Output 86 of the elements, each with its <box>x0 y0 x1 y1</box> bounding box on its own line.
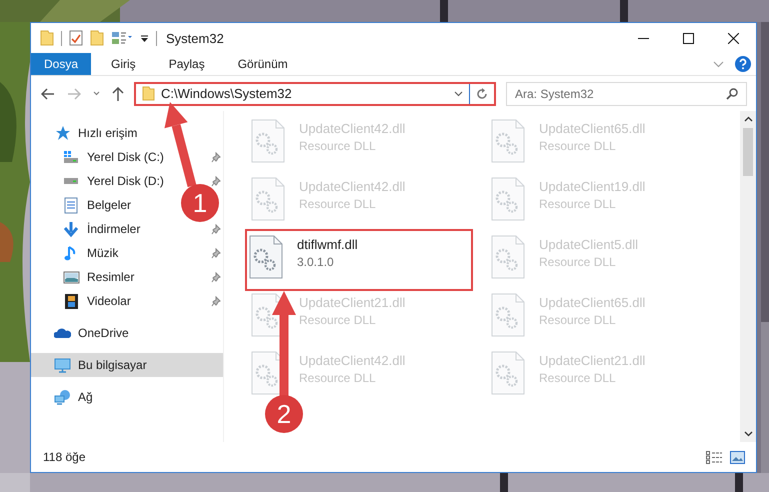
sidebar-item[interactable]: Videolar <box>31 289 135 313</box>
ribbon-tab[interactable]: Giriş <box>91 53 149 75</box>
checklist-icon[interactable] <box>69 30 83 46</box>
search-icon[interactable] <box>726 88 738 100</box>
file-name: UpdateClient65.dll <box>539 121 646 136</box>
sidebar-item[interactable]: Yerel Disk (D:) <box>31 169 168 193</box>
file-name: UpdateClient42.dll <box>299 353 406 368</box>
pin-icon[interactable] <box>211 176 221 186</box>
file-detail: Resource DLL <box>299 313 377 327</box>
sidebar-item[interactable]: Bu bilgisayar <box>31 353 223 377</box>
ribbon-tab[interactable]: Dosya <box>31 53 92 75</box>
star-icon <box>54 124 71 142</box>
sidebar-item[interactable]: OneDrive <box>31 321 133 345</box>
download-icon <box>63 220 80 238</box>
gear-file-icon <box>491 293 525 337</box>
document-icon <box>63 196 80 214</box>
scrollbar-thumb[interactable] <box>743 128 753 176</box>
pin-icon[interactable] <box>211 248 221 258</box>
file-name: UpdateClient42.dll <box>299 179 406 194</box>
file-name: UpdateClient21.dll <box>299 295 406 310</box>
properties-icon[interactable] <box>111 30 133 46</box>
file-detail: Resource DLL <box>299 197 377 211</box>
pin-icon[interactable] <box>211 296 221 306</box>
file-detail: Resource DLL <box>539 197 617 211</box>
sidebar-item[interactable]: Hızlı erişim <box>31 121 142 145</box>
file-name: UpdateClient21.dll <box>539 353 646 368</box>
picture-icon <box>63 268 80 286</box>
file-name: UpdateClient42.dll <box>299 121 406 136</box>
file-name: UpdateClient19.dll <box>539 179 646 194</box>
file-name: dtiflwmf.dll <box>297 237 358 252</box>
file-detail: 3.0.1.0 <box>297 255 335 269</box>
scrollbar[interactable] <box>740 111 756 442</box>
gear-file-icon <box>491 235 525 279</box>
scroll-down-icon[interactable] <box>744 431 752 437</box>
pin-icon[interactable] <box>211 272 221 282</box>
sidebar-item[interactable]: Yerel Disk (C:) <box>31 145 168 169</box>
file-item[interactable]: dtiflwmf.dll 3.0.1.0 <box>249 233 469 287</box>
caret-icon[interactable] <box>93 91 100 96</box>
search-field[interactable]: Ara: System32 <box>506 82 747 106</box>
drive-icon <box>63 177 80 185</box>
gear-file-icon <box>491 119 525 163</box>
gear-file-icon <box>251 119 285 163</box>
ribbon-tab[interactable]: Görünüm <box>218 53 301 75</box>
close-icon <box>728 32 739 44</box>
file-detail: Resource DLL <box>539 313 617 327</box>
caret-icon[interactable] <box>454 90 463 96</box>
pin-icon[interactable] <box>211 224 221 234</box>
gear-file-icon <box>249 235 283 279</box>
file-detail: Resource DLL <box>539 255 617 269</box>
refresh-icon[interactable] <box>476 88 488 100</box>
help-icon[interactable] <box>735 56 751 72</box>
drive-icon <box>63 148 80 166</box>
step-badge: 1 <box>181 184 219 222</box>
sidebar-item[interactable]: Ağ <box>31 385 97 409</box>
scroll-up-icon[interactable] <box>744 116 752 122</box>
step-badge: 2 <box>265 395 303 433</box>
computer-icon <box>54 356 71 374</box>
file-detail: Resource DLL <box>299 371 377 385</box>
window-title: System32 <box>166 30 224 46</box>
address-bar[interactable]: C:\Windows\System32 <box>134 82 496 106</box>
folder-icon <box>142 86 155 101</box>
film-icon <box>63 292 80 310</box>
sidebar-item[interactable]: Müzik <box>31 241 122 265</box>
details-view-icon[interactable] <box>706 450 722 464</box>
address-path: C:\Windows\System32 <box>161 86 293 101</box>
large-icons-view-icon[interactable] <box>730 450 745 464</box>
file-detail: Resource DLL <box>539 139 617 153</box>
sidebar-item[interactable]: Belgeler <box>31 193 136 217</box>
file-name: UpdateClient65.dll <box>539 295 646 310</box>
sidebar-item[interactable]: İndirmeler <box>31 217 144 241</box>
file-detail: Resource DLL <box>539 371 617 385</box>
expand-ribbon-icon[interactable] <box>713 60 724 68</box>
gear-file-icon <box>491 351 525 395</box>
back-icon[interactable] <box>41 88 55 100</box>
file-detail: Resource DLL <box>299 139 377 153</box>
gear-file-icon <box>491 177 525 221</box>
up-icon[interactable] <box>112 86 124 100</box>
pin-icon[interactable] <box>211 152 221 162</box>
dropdown-icon[interactable] <box>140 33 149 43</box>
sidebar-item[interactable]: Resimler <box>31 265 138 289</box>
ribbon-tab[interactable]: Paylaş <box>148 53 218 75</box>
gear-file-icon <box>251 177 285 221</box>
maximize-icon <box>683 32 694 44</box>
network-icon <box>54 388 71 406</box>
file-name: UpdateClient5.dll <box>539 237 638 252</box>
item-count: 118 öğe <box>43 450 86 464</box>
